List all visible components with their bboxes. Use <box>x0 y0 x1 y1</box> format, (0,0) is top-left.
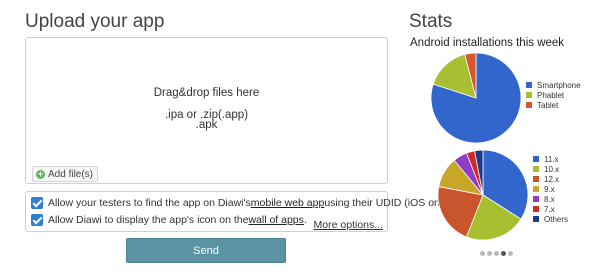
option-find-app: Allow your testers to find the app on Di… <box>31 196 454 210</box>
legend-item-others[interactable]: Others <box>533 214 568 224</box>
legend-swatch <box>533 176 539 182</box>
legend-item-10-x[interactable]: 10.x <box>533 164 568 174</box>
legend-item-11-x[interactable]: 11.x <box>533 154 568 164</box>
legend-label: 9.x <box>544 184 555 194</box>
device-type-legend: Smartphone Phablet Tablet <box>526 80 581 110</box>
legend-label: 8.x <box>544 194 555 204</box>
pager-dot-5[interactable] <box>508 251 513 256</box>
pager-dot-4[interactable] <box>501 251 506 256</box>
android-version-legend: 11.x 10.x 12.x 9.x 8.x 7.x Others <box>533 154 568 224</box>
legend-swatch <box>533 156 539 162</box>
device-type-pie-chart <box>430 52 522 144</box>
mobile-web-app-link[interactable]: mobile web app <box>251 197 325 209</box>
legend-item-7-x[interactable]: 7.x <box>533 204 568 214</box>
legend-swatch <box>526 102 532 108</box>
legend-swatch <box>526 92 532 98</box>
upload-options: Allow your testers to find the app on Di… <box>25 191 454 232</box>
legend-item-phablet[interactable]: Phablet <box>526 90 581 100</box>
chart-title: Android installations this week <box>410 37 565 49</box>
wall-of-apps-checkbox[interactable] <box>31 214 43 226</box>
legend-item-smartphone[interactable]: Smartphone <box>526 80 581 90</box>
legend-label: Smartphone <box>537 80 581 90</box>
legend-item-9-x[interactable]: 9.x <box>533 184 568 194</box>
legend-label: 11.x <box>544 154 559 164</box>
legend-label: Tablet <box>537 100 559 110</box>
legend-item-12-x[interactable]: 12.x <box>533 174 568 184</box>
stats-title: Stats <box>409 11 453 32</box>
wall-of-apps-link[interactable]: wall of apps <box>248 214 303 226</box>
option-wall-of-apps: Allow Diawi to display the app's icon on… <box>31 213 307 227</box>
legend-swatch <box>526 82 532 88</box>
legend-label: 12.x <box>544 174 560 184</box>
option-find-app-text-post: using their UDID (iOS only). <box>324 197 454 209</box>
option-wall-text-post: . <box>303 214 307 226</box>
upload-title: Upload your app <box>25 11 165 32</box>
chart-pager <box>480 251 513 256</box>
plus-icon: + <box>36 168 45 179</box>
legend-swatch <box>533 206 539 212</box>
legend-label: 10.x <box>544 164 560 174</box>
send-button[interactable]: Send <box>126 238 286 263</box>
legend-swatch <box>533 166 539 172</box>
android-version-pie-chart <box>437 149 529 241</box>
legend-label: 7.x <box>544 204 555 214</box>
add-files-label: Add file(s) <box>48 168 94 180</box>
legend-label: Others <box>544 214 569 224</box>
option-wall-text-pre: Allow Diawi to display the app's icon on… <box>48 214 249 226</box>
legend-swatch <box>533 196 539 202</box>
legend-item-tablet[interactable]: Tablet <box>526 100 581 110</box>
accepted-formats-android: .apk <box>195 119 218 131</box>
legend-swatch <box>533 186 539 192</box>
legend-label: Phablet <box>537 90 565 100</box>
drop-hint: Drag&drop files here <box>153 87 260 99</box>
option-find-app-text-pre: Allow your testers to find the app on Di… <box>48 197 251 209</box>
pager-dot-1[interactable] <box>480 251 485 256</box>
pager-dot-2[interactable] <box>487 251 492 256</box>
legend-item-8-x[interactable]: 8.x <box>533 194 568 204</box>
add-files-button[interactable]: + Add file(s) <box>32 166 99 182</box>
more-options-link[interactable]: More options... <box>314 219 383 231</box>
find-app-checkbox[interactable] <box>31 197 43 209</box>
file-dropzone[interactable]: Drag&drop files here .ipa or .zip(.app) … <box>25 37 388 184</box>
pager-dot-3[interactable] <box>494 251 499 256</box>
legend-swatch <box>533 216 539 222</box>
